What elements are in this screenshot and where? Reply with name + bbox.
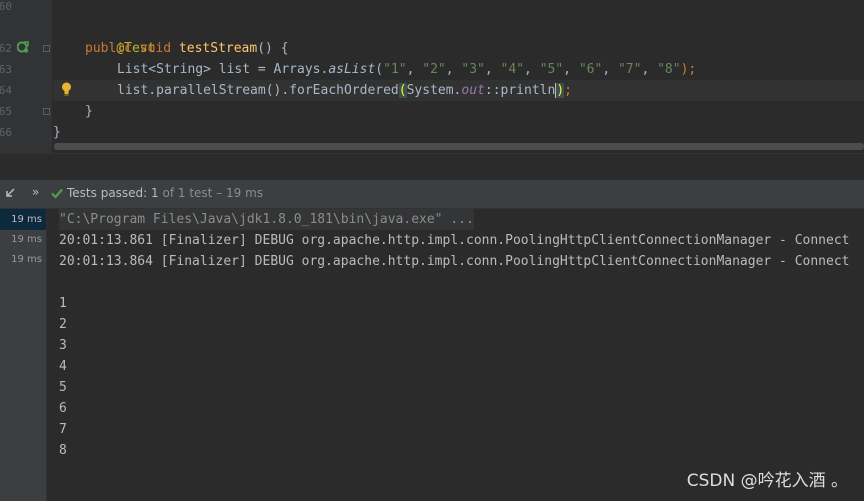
run-test-icon[interactable] <box>17 41 29 53</box>
watermark: CSDN @吟花入酒 。 <box>686 471 848 491</box>
code-line-method-signature: public void testStream() { <box>85 41 289 56</box>
chevron-double-right-icon[interactable]: » <box>32 185 39 199</box>
console-line-command: "C:\Program Files\Java\jdk1.8.0_181\bin\… <box>59 209 474 230</box>
line-number: 62 <box>0 42 12 55</box>
test-tree-panel[interactable]: 19 ms 19 ms 19 ms <box>0 209 47 501</box>
run-toolbar: » Tests passed: 1 of 1 test – 19 ms <box>0 180 864 209</box>
console-output[interactable]: "C:\Program Files\Java\jdk1.8.0_181\bin\… <box>47 209 864 501</box>
console-line: 5 <box>59 380 67 395</box>
line-number: 63 <box>0 63 12 76</box>
console-line: 2 <box>59 317 67 332</box>
test-summary: of 1 test – 19 ms <box>162 186 264 200</box>
code-editor[interactable]: 60 62 63 64 65 66 @Test public void test… <box>0 0 864 153</box>
console-line: 7 <box>59 422 67 437</box>
editor-gutter: 60 62 63 64 65 66 <box>0 0 52 153</box>
status-label: Tests passed: <box>67 186 148 200</box>
console-line: 6 <box>59 401 67 416</box>
code-line-close-method: } <box>85 104 93 119</box>
panel-divider[interactable] <box>0 153 864 181</box>
fold-icon[interactable] <box>43 108 50 115</box>
passed-count: 1 <box>151 186 159 200</box>
duration-item[interactable]: 19 ms <box>11 229 42 250</box>
console-line: 3 <box>59 338 67 353</box>
line-number: 60 <box>0 0 12 13</box>
code-line-list: List<String> list = Arrays.asList("1", "… <box>117 62 697 77</box>
code-line-close-class: } <box>53 125 61 140</box>
duration-item[interactable]: 19 ms <box>11 249 42 270</box>
console-line: 20:01:13.861 [Finalizer] DEBUG org.apach… <box>59 233 850 248</box>
line-number: 65 <box>0 105 12 118</box>
console-line: 20:01:13.864 [Finalizer] DEBUG org.apach… <box>59 254 850 269</box>
collapse-arrow-icon[interactable] <box>4 187 16 199</box>
code-line-stream: list.parallelStream().forEachOrdered(Sys… <box>117 83 572 98</box>
console-line: 8 <box>59 443 67 458</box>
duration-item-selected[interactable]: 19 ms <box>0 209 46 230</box>
horizontal-scrollbar[interactable] <box>54 143 864 150</box>
test-status: Tests passed: 1 of 1 test – 19 ms <box>67 186 263 200</box>
console-line: 4 <box>59 359 67 374</box>
line-number: 66 <box>0 126 12 139</box>
fold-icon[interactable] <box>43 45 50 52</box>
line-number: 64 <box>0 84 12 97</box>
lightbulb-icon[interactable] <box>61 82 72 96</box>
console-line: 1 <box>59 296 67 311</box>
check-icon <box>51 188 63 199</box>
